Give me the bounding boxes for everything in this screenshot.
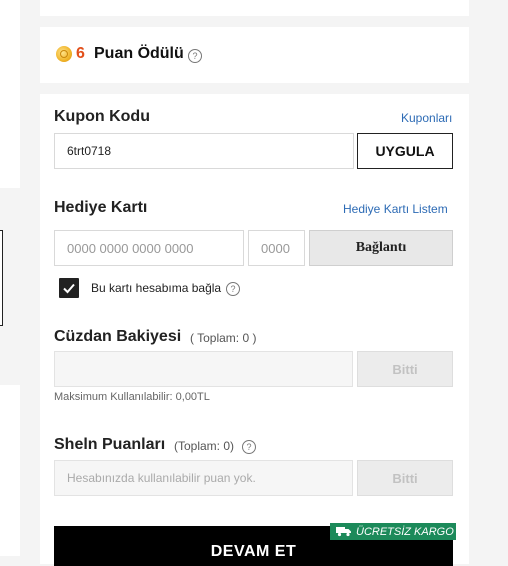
gift-card-pin-input[interactable]: 0000 — [248, 230, 305, 266]
shein-points-total: (Toplam: 0) — [174, 439, 235, 453]
connect-gift-card-button[interactable]: Bağlantı — [309, 230, 453, 266]
truck-icon — [336, 527, 351, 537]
wallet-title: Cüzdan Bakiyesi — [54, 328, 182, 345]
apply-coupon-button[interactable]: UYGULA — [357, 133, 453, 169]
free-shipping-badge: ÜCRETSİZ KARGO — [330, 523, 456, 540]
payment-options-card: Kupon Kodu Kuponları 6trt0718 UYGULA Hed… — [40, 94, 469, 566]
bind-card-checkbox[interactable] — [59, 278, 79, 298]
points-reward-card: 6 Puan Ödülü ? — [40, 27, 469, 83]
wallet-max-note: Maksimum Kullanılabilir: 0,00TL — [54, 391, 210, 403]
question-circle-icon[interactable]: ? — [226, 282, 240, 296]
wallet-done-button[interactable]: Bitti — [357, 351, 453, 387]
gift-card-title: Hediye Kartı — [54, 199, 148, 216]
shein-points-title: Sheln Puanları — [54, 436, 166, 453]
points-reward-title: Puan Ödülü — [94, 45, 184, 62]
left-panel-outline — [0, 230, 3, 326]
top-card — [40, 0, 469, 16]
shein-points-done-button[interactable]: Bitti — [357, 460, 453, 496]
free-shipping-label: ÜCRETSİZ KARGO — [356, 525, 454, 538]
coupon-code-input[interactable]: 6trt0718 — [54, 133, 354, 169]
points-count: 6 — [76, 45, 85, 62]
coupon-title: Kupon Kodu — [54, 108, 150, 125]
shein-points-input[interactable]: Hesabınızda kullanılabilir puan yok. — [54, 460, 353, 496]
checkmark-icon — [63, 283, 75, 294]
wallet-amount-input[interactable] — [54, 351, 353, 387]
question-circle-icon[interactable]: ? — [242, 440, 256, 454]
coin-icon — [56, 46, 72, 62]
question-circle-icon[interactable]: ? — [188, 49, 202, 63]
left-panel-card — [0, 0, 20, 188]
bind-card-label: Bu kartı hesabıma bağla — [91, 281, 222, 295]
coupons-link[interactable]: Kuponları — [401, 111, 452, 125]
gift-card-number-input[interactable]: 0000 0000 0000 0000 — [54, 230, 244, 266]
left-panel-card-bottom — [0, 385, 20, 556]
gift-card-list-link[interactable]: Hediye Kartı Listem — [343, 202, 448, 216]
wallet-total: ( Toplam: 0 ) — [190, 331, 257, 345]
